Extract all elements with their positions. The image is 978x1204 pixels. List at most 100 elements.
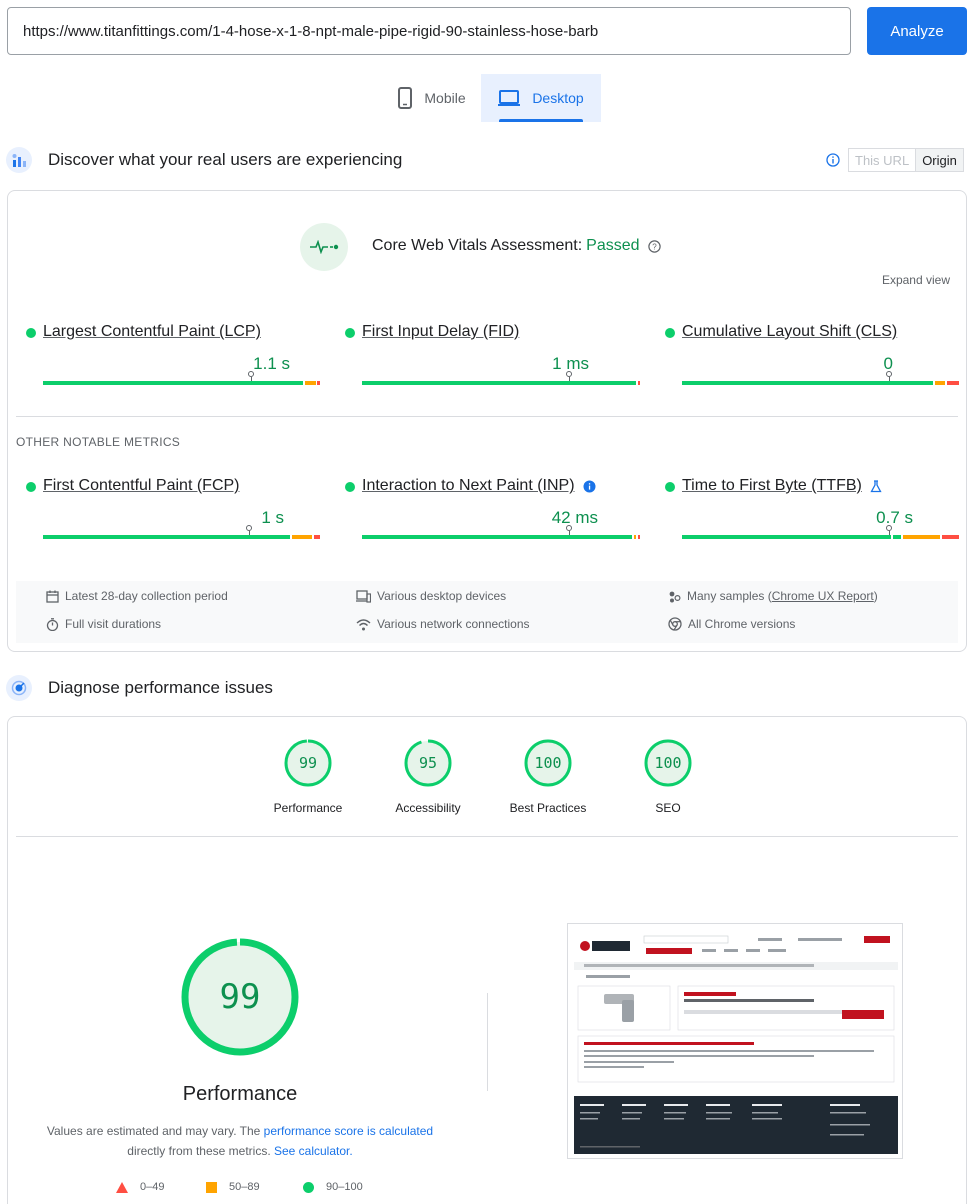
tab-desktop[interactable]: Desktop bbox=[481, 74, 601, 122]
this-url-toggle[interactable]: This URL bbox=[848, 148, 917, 172]
metric-fid-distribution-bar bbox=[362, 381, 640, 385]
analyze-button[interactable]: Analyze bbox=[867, 7, 967, 55]
chrome-ux-report-link[interactable]: Chrome UX Report bbox=[772, 589, 874, 603]
cwv-status: Passed bbox=[586, 237, 640, 254]
score-performance-label: Performance bbox=[273, 801, 343, 815]
triangle-icon bbox=[116, 1181, 128, 1193]
good-status-dot bbox=[26, 328, 36, 338]
metric-lcp-distribution-bar bbox=[43, 381, 320, 385]
metric-inp-value: 42 ms bbox=[551, 508, 598, 527]
lab-data-card: 99 Performance 95 Accessibility 100 Best… bbox=[7, 716, 967, 1204]
legend-average-range: 50–89 bbox=[229, 1181, 260, 1193]
collection-info-panel: Latest 28-day collection period Various … bbox=[16, 581, 958, 643]
vertical-separator bbox=[487, 993, 488, 1091]
origin-toggle[interactable]: Origin bbox=[916, 148, 964, 172]
score-accessibility-label: Accessibility bbox=[395, 801, 461, 815]
cwv-assessment-label: Core Web Vitals Assessment: bbox=[372, 237, 583, 254]
info-versions-text: All Chrome versions bbox=[688, 617, 796, 631]
scores-divider bbox=[16, 836, 958, 837]
screenshot-image bbox=[574, 930, 898, 1154]
metric-fcp-distribution-bar bbox=[43, 535, 320, 539]
info-samples: Many samples (Chrome UX Report) bbox=[668, 589, 878, 603]
score-accessibility: 95 bbox=[418, 754, 438, 772]
score-seo: 100 bbox=[654, 754, 682, 772]
metric-ttfb-distribution-bar bbox=[682, 535, 959, 539]
perf-note-middle: directly from these metrics. bbox=[127, 1144, 274, 1158]
score-gauge-performance[interactable]: 99 Performance bbox=[248, 739, 368, 815]
info-devices-text: Various desktop devices bbox=[377, 589, 507, 603]
metric-cls-name[interactable]: Cumulative Layout Shift (CLS) bbox=[682, 323, 897, 341]
tab-selected-indicator bbox=[499, 119, 583, 122]
help-icon[interactable]: ? bbox=[647, 239, 661, 253]
performance-note: Values are estimated and may vary. The p… bbox=[38, 1121, 442, 1161]
field-data-card: Core Web Vitals Assessment: Passed ? Exp… bbox=[7, 190, 967, 652]
users-chart-icon bbox=[6, 147, 32, 173]
url-input[interactable] bbox=[7, 7, 851, 55]
score-seo-label: SEO bbox=[655, 801, 681, 815]
final-screenshot-thumbnail[interactable] bbox=[567, 923, 903, 1159]
url-origin-toggle: This URL Origin bbox=[826, 148, 964, 172]
performance-main-gauge: 99 bbox=[180, 937, 300, 1057]
samples-icon bbox=[669, 591, 681, 602]
smartphone-icon bbox=[398, 87, 413, 109]
tab-mobile[interactable]: Mobile bbox=[384, 74, 480, 122]
legend-poor: 0–49 bbox=[116, 1181, 164, 1193]
svg-text:?: ? bbox=[652, 242, 657, 251]
devices-icon bbox=[356, 589, 371, 603]
metrics-divider bbox=[16, 416, 958, 417]
good-status-dot bbox=[345, 482, 355, 492]
metric-ttfb-name-text: Time to First Byte (TTFB) bbox=[682, 477, 862, 494]
perf-note-prefix: Values are estimated and may vary. The bbox=[46, 1124, 264, 1138]
metric-ttfb-value: 0.7 s bbox=[876, 508, 913, 527]
metric-ttfb-name[interactable]: Time to First Byte (TTFB) bbox=[682, 477, 882, 495]
score-gauge-accessibility[interactable]: 95 Accessibility bbox=[368, 739, 488, 815]
info-network-text: Various network connections bbox=[377, 617, 530, 631]
chrome-icon bbox=[668, 617, 682, 631]
legend-average: 50–89 bbox=[206, 1181, 260, 1193]
cwv-assessment: Core Web Vitals Assessment: Passed ? bbox=[372, 237, 661, 255]
score-gauge-best-practices[interactable]: 100 Best Practices bbox=[488, 739, 608, 815]
diagnose-icon bbox=[6, 675, 32, 701]
metric-lcp-name[interactable]: Largest Contentful Paint (LCP) bbox=[43, 323, 261, 341]
square-icon bbox=[206, 1181, 217, 1193]
legend-poor-range: 0–49 bbox=[140, 1181, 165, 1193]
flask-icon[interactable] bbox=[870, 479, 882, 493]
info-samples-suffix: ) bbox=[873, 589, 878, 603]
info-collection-period: Latest 28-day collection period bbox=[46, 589, 228, 603]
good-status-dot bbox=[665, 328, 675, 338]
stopwatch-icon bbox=[46, 617, 59, 631]
info-network: Various network connections bbox=[356, 617, 530, 631]
metric-inp-name-text: Interaction to Next Paint (INP) bbox=[362, 477, 575, 494]
tab-mobile-label: Mobile bbox=[424, 90, 466, 106]
see-calculator-link[interactable]: See calculator. bbox=[274, 1144, 353, 1158]
laptop-icon bbox=[498, 90, 521, 106]
performance-score-link[interactable]: performance score is calculated bbox=[264, 1124, 433, 1138]
tab-desktop-label: Desktop bbox=[532, 90, 584, 106]
info-samples-prefix: Many samples ( bbox=[687, 589, 772, 603]
metric-fid-name[interactable]: First Input Delay (FID) bbox=[362, 323, 519, 341]
info-filled-icon[interactable] bbox=[583, 480, 596, 493]
metric-inp-name[interactable]: Interaction to Next Paint (INP) bbox=[362, 477, 596, 495]
expand-view-link[interactable]: Expand view bbox=[882, 273, 950, 287]
info-icon[interactable] bbox=[826, 153, 840, 167]
info-devices: Various desktop devices bbox=[356, 589, 506, 603]
good-status-dot bbox=[345, 328, 355, 338]
metric-fcp-name[interactable]: First Contentful Paint (FCP) bbox=[43, 477, 240, 495]
field-section-title: Discover what your real users are experi… bbox=[48, 150, 403, 169]
score-gauge-seo[interactable]: 100 SEO bbox=[608, 739, 728, 815]
score-best-practices: 100 bbox=[534, 754, 562, 772]
good-status-dot bbox=[26, 482, 36, 492]
lab-section-header: Diagnose performance issues bbox=[6, 674, 273, 702]
performance-main-score: 99 bbox=[219, 977, 261, 1017]
metric-inp: Interaction to Next Paint (INP) 42 ms bbox=[345, 477, 641, 547]
performance-main-title: Performance bbox=[182, 1083, 298, 1105]
info-versions: All Chrome versions bbox=[668, 617, 795, 631]
score-best-practices-label: Best Practices bbox=[509, 801, 587, 815]
legend-good: 90–100 bbox=[303, 1181, 363, 1193]
lab-section-title: Diagnose performance issues bbox=[48, 678, 273, 697]
good-status-dot bbox=[665, 482, 675, 492]
metric-inp-distribution-bar bbox=[362, 535, 640, 539]
info-durations-text: Full visit durations bbox=[65, 617, 162, 631]
score-performance: 99 bbox=[298, 754, 318, 772]
info-durations: Full visit durations bbox=[46, 617, 161, 631]
